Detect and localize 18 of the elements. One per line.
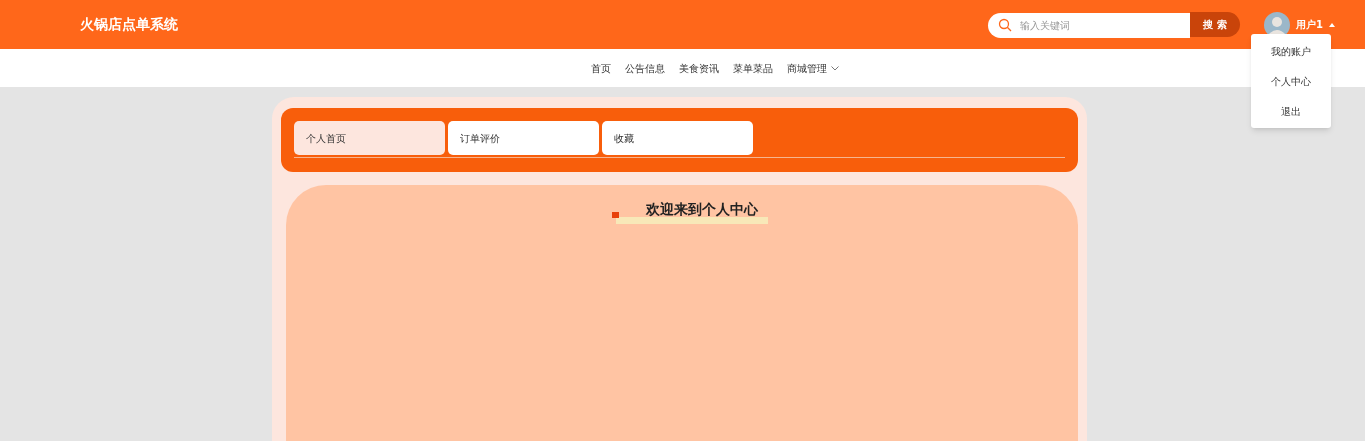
nav-link[interactable]: 美食资讯: [679, 60, 719, 76]
tab[interactable]: 个人首页: [294, 121, 445, 155]
tab[interactable]: 订单评价: [448, 121, 599, 155]
menu-item[interactable]: 我的账户: [1251, 36, 1331, 66]
tab[interactable]: 收藏: [602, 121, 753, 155]
nav-link[interactable]: 首页: [591, 60, 611, 76]
site-title: 火锅店点单系统: [80, 15, 178, 34]
menu-item[interactable]: 个人中心: [1251, 66, 1331, 96]
search-button[interactable]: 搜 索: [1190, 12, 1241, 37]
nav-link[interactable]: 公告信息: [625, 60, 665, 76]
search-icon: [998, 17, 1013, 32]
menu-item[interactable]: 退出: [1251, 96, 1331, 126]
page-heading: 欢迎来到个人中心: [646, 200, 758, 219]
caret-icon[interactable]: [1329, 22, 1335, 27]
nav-link[interactable]: 商城管理: [787, 60, 839, 76]
search-field[interactable]: 输入关键词: [988, 12, 1191, 38]
chevron-icon: [831, 65, 839, 71]
nav-link[interactable]: 菜单菜品: [733, 60, 773, 76]
